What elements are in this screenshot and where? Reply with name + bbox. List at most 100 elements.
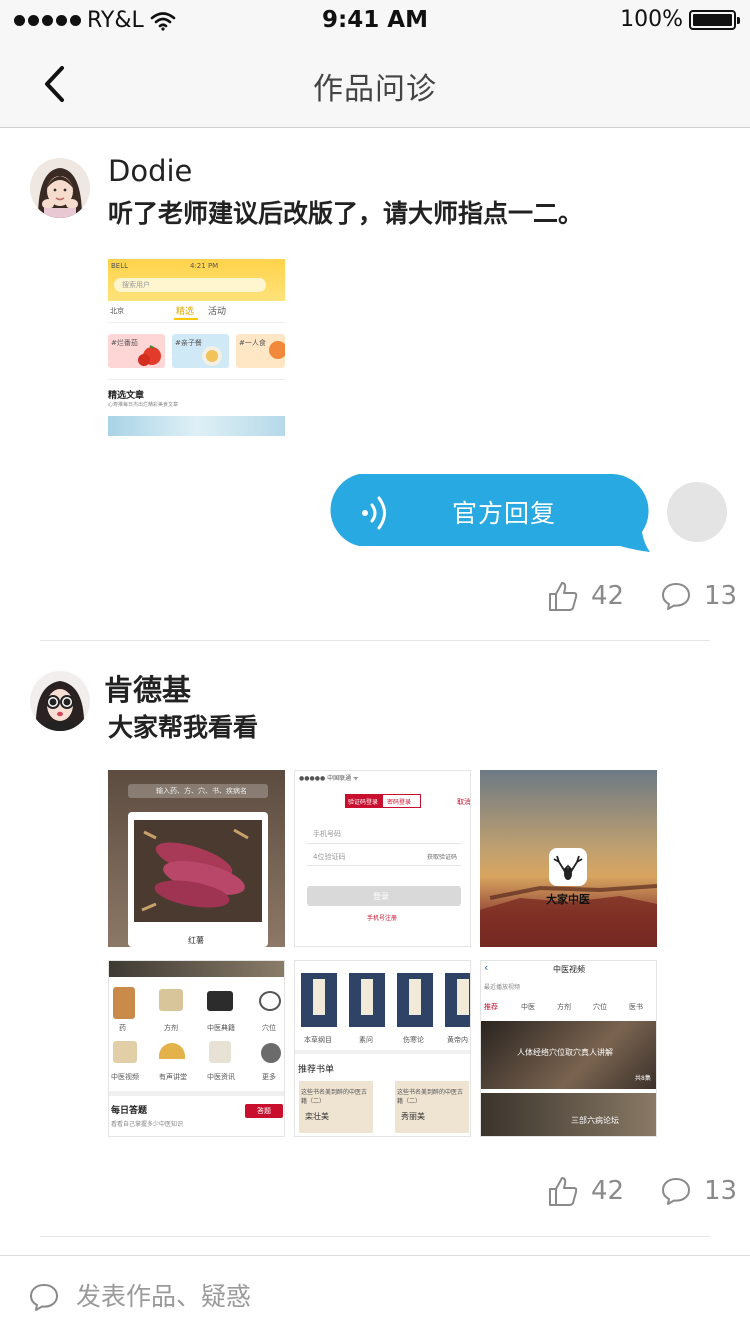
- mock-rec: 推荐书单: [298, 1065, 335, 1075]
- mock-time: 4:21 PM: [190, 262, 219, 270]
- post-image[interactable]: ●●●●● 中国联通 ᯤ 验证码登录 密码登录 取消 手机号码 4位验证码 获取…: [294, 770, 471, 947]
- grid-item: 有声讲堂: [159, 1073, 187, 1081]
- grid-item: 穴位: [262, 1024, 276, 1032]
- mock-tag-3: #一人食: [239, 339, 266, 347]
- reply-label: 官方回复: [452, 499, 557, 528]
- grid-item: 中医典籍: [207, 1024, 235, 1032]
- grid-item: 更多: [262, 1073, 276, 1081]
- mock-divider-2: [108, 379, 285, 380]
- mock-icon: [113, 1041, 137, 1063]
- mock-book: [397, 973, 433, 1027]
- mock-photo: [134, 820, 262, 922]
- comment-input[interactable]: [76, 1274, 696, 1318]
- video-title: 三部六病论坛: [571, 1116, 619, 1125]
- like-button[interactable]: 42: [547, 1175, 624, 1207]
- mock-icon: [207, 991, 233, 1011]
- post-image[interactable]: 大家中医: [480, 770, 657, 947]
- battery-icon: [689, 9, 740, 30]
- post-text: 听了老师建议后改版了，请大师指点一二。: [108, 199, 584, 228]
- mock-cancel: 取消: [457, 798, 471, 806]
- username[interactable]: 肯德基: [104, 667, 191, 709]
- post-image[interactable]: 药 方剂 中医典籍 穴位 中医视频 有声讲堂 中医资讯 更多 每日答题 看看自己…: [108, 960, 285, 1137]
- mock-carrier: BELL: [111, 262, 129, 270]
- comment-count: 13: [704, 1176, 738, 1206]
- mock-line: [307, 865, 461, 866]
- mock-tag-2: #亲子餐: [175, 339, 202, 347]
- book-title: 本草纲目: [304, 1036, 332, 1044]
- video-tab: 穴位: [593, 1003, 607, 1011]
- app-logo: [549, 848, 587, 886]
- mock-book: [445, 973, 470, 1027]
- grid-item: 中医资讯: [207, 1073, 235, 1081]
- mock-tab-underline: [174, 318, 198, 320]
- book-title: 黄帝内: [447, 1036, 468, 1044]
- grid-item: 中医视频: [111, 1073, 139, 1081]
- book-title: 素问: [359, 1036, 373, 1044]
- like-count: 42: [591, 1176, 625, 1206]
- thumbs-up-icon: [549, 582, 578, 611]
- mock-register: 手机号注册: [367, 915, 398, 922]
- mock-video-2: [481, 1093, 656, 1136]
- official-reply-button[interactable]: 官方回复: [322, 474, 650, 552]
- comment-count: 13: [704, 581, 738, 611]
- page-title: 作品问诊: [313, 72, 437, 107]
- post-image[interactable]: BELL 4:21 PM 搜索用户 北京 精选 活动 #烂番茄 #亲子餐 #一人…: [108, 259, 285, 436]
- avatar[interactable]: [30, 671, 90, 731]
- mock-answer: 答题: [257, 1107, 271, 1115]
- card-name: 秀丽美: [401, 1112, 425, 1121]
- mock-banner: [109, 961, 284, 977]
- post-image[interactable]: 输入药、方、穴、书、疾病名 红薯: [108, 770, 285, 947]
- mock-banner: [108, 416, 285, 436]
- mock-icon: [259, 991, 281, 1011]
- voice-icon: [362, 496, 386, 530]
- comment-button[interactable]: 13: [660, 580, 737, 612]
- app-name: 大家中医: [546, 893, 590, 906]
- card-name: 栾壮美: [305, 1112, 329, 1121]
- avatar[interactable]: [30, 158, 90, 218]
- mock-icon: [159, 989, 183, 1011]
- mock-back: ‹: [484, 961, 489, 974]
- post-image[interactable]: 本草纲目 素问 伤寒论 黄帝内 推荐书单 这些书名美到醉的中医古籍（二） 栾壮美…: [294, 960, 471, 1137]
- card-title: 这些书名美到醉的中医古籍（二）: [397, 1089, 464, 1105]
- video-tab: 医书: [629, 1003, 643, 1011]
- video-title: 人体经络穴位取穴真人讲解: [517, 1048, 613, 1057]
- mock-header: 中医视频: [553, 965, 585, 974]
- mock-sep: [109, 1091, 284, 1096]
- mock-book: [349, 973, 385, 1027]
- nav-bar: 作品问诊: [0, 42, 750, 128]
- mock-caption: 红薯: [188, 936, 204, 945]
- mock-line: [307, 843, 461, 844]
- video-count: 共8集: [635, 1075, 651, 1082]
- mock-tag-1: #烂番茄: [111, 339, 138, 347]
- mock-icon: [159, 1043, 185, 1059]
- mock-tab-other: 活动: [208, 307, 227, 317]
- mock-code: 4位验证码: [313, 853, 346, 861]
- reply-avatar: [667, 482, 727, 542]
- comment-button[interactable]: 13: [660, 1175, 737, 1207]
- status-right: 100%: [620, 7, 740, 32]
- mock-icon: [209, 1041, 231, 1063]
- mock-sep: [295, 1050, 470, 1054]
- mock-daily: 每日答题: [111, 1106, 148, 1116]
- mock-section-sub: 心寿推每日杰出烂精彩美食文章: [108, 402, 179, 408]
- like-button[interactable]: 42: [547, 580, 624, 612]
- mock-daily-sub: 看看自己掌握多少中医知识: [111, 1121, 184, 1128]
- video-tab: 中医: [521, 1003, 535, 1011]
- like-count: 42: [591, 581, 625, 611]
- card-title: 这些书名美到醉的中医古籍（二）: [301, 1089, 368, 1105]
- post-text: 大家帮我看看: [108, 713, 259, 742]
- mock-icon: [113, 987, 135, 1019]
- mock-section-title: 精选文章: [108, 391, 145, 401]
- mock-icon: [261, 1043, 281, 1063]
- post-image[interactable]: ‹ 中医视频 最近播放视频 推荐 中医 方剂 穴位 医书 人体经络穴位取穴真人讲…: [480, 960, 657, 1137]
- mock-login: 登录: [373, 892, 389, 901]
- username[interactable]: Dodie: [108, 154, 192, 188]
- video-tab: 方剂: [557, 1003, 571, 1011]
- battery-percent: 100%: [620, 7, 683, 32]
- video-tab: 推荐: [484, 1003, 498, 1011]
- comment-icon: [662, 583, 690, 610]
- mock-divider: [108, 322, 285, 323]
- mock-tab1: 验证码登录: [348, 799, 379, 806]
- comment-icon: [662, 1178, 690, 1205]
- comment-icon: [30, 1284, 58, 1311]
